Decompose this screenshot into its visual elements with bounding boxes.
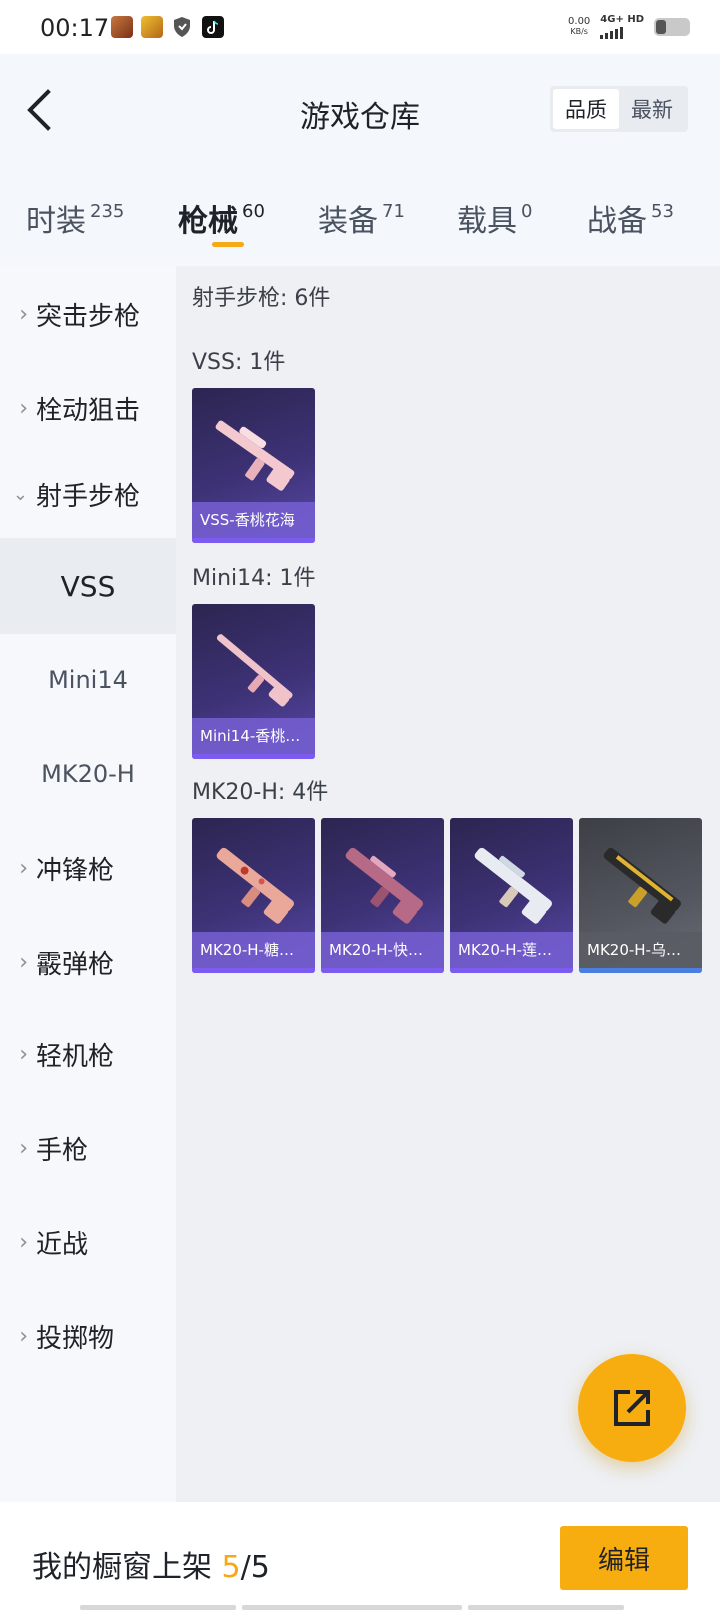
rarity-edge	[192, 754, 315, 759]
app-header: 游戏仓库 品质 最新	[0, 54, 720, 166]
status-time: 00:17	[40, 14, 110, 42]
sidebar-subitem-mini14[interactable]: Mini14	[0, 632, 176, 728]
sidebar-subitem-vss[interactable]: VSS	[0, 538, 176, 634]
tiktok-icon	[202, 16, 224, 38]
showcase-status: 我的橱窗上架 5/5	[32, 1550, 270, 1585]
group-title: MK20-H: 4件	[192, 780, 329, 805]
item-name: MK20-H-乌…	[579, 932, 702, 968]
rifle-skin-image	[215, 420, 295, 491]
sidebar-item-throwable[interactable]: › 投掷物	[0, 1288, 176, 1384]
item-name: VSS-香桃花海	[192, 502, 315, 538]
chevron-right-icon: ›	[19, 949, 28, 975]
weapon-skin-card[interactable]: Mini14-香桃…	[192, 604, 315, 759]
item-name: MK20-H-糖…	[192, 932, 315, 968]
chevron-right-icon: ›	[19, 1135, 28, 1161]
chevron-right-icon: ›	[19, 855, 28, 881]
rarity-edge	[450, 968, 573, 973]
group-title: VSS: 1件	[192, 350, 286, 375]
chevron-right-icon: ›	[19, 1041, 28, 1067]
home-indicator	[242, 1605, 462, 1610]
sort-by-quality[interactable]: 品质	[553, 89, 619, 129]
sidebar-item-marksman-rifle[interactable]: ⌄ 射手步枪	[0, 446, 176, 542]
sidebar-item-smg[interactable]: › 冲锋枪	[0, 820, 176, 916]
weapon-skin-card[interactable]: VSS-香桃花海	[192, 388, 315, 543]
edit-button[interactable]: 编辑	[560, 1526, 688, 1590]
rarity-edge	[192, 968, 315, 973]
network-type: 4G+ HD	[600, 14, 644, 25]
item-name: MK20-H-快…	[321, 932, 444, 968]
weapon-category-sidebar: › 突击步枪 › 栓动狙击 ⌄ 射手步枪 VSS Mini14 MK20-H › 冲锋枪…	[0, 266, 176, 1502]
weapon-skin-card[interactable]: MK20-H-快…	[321, 818, 444, 973]
bottom-bar: 我的橱窗上架 5/5 编辑	[0, 1502, 720, 1612]
weapon-skin-card[interactable]: MK20-H-乌…	[579, 818, 702, 973]
chevron-down-icon: ⌄	[12, 483, 28, 505]
home-indicator	[468, 1605, 624, 1610]
rifle-skin-image	[603, 847, 681, 924]
network-speed: 0.00 KB/s	[568, 16, 591, 37]
chevron-right-icon: ›	[19, 301, 28, 327]
sidebar-item-lmg[interactable]: › 轻机枪	[0, 1006, 176, 1102]
tab-guns[interactable]: 枪械 60	[178, 196, 265, 240]
home-indicator	[80, 1605, 236, 1610]
shield-icon	[172, 16, 192, 38]
weapon-skin-card[interactable]: MK20-H-糖…	[192, 818, 315, 973]
sidebar-item-bolt-sniper[interactable]: › 栓动狙击	[0, 360, 176, 456]
item-name: Mini14-香桃…	[192, 718, 315, 754]
section-title: 射手步枪: 6件	[192, 286, 331, 311]
game-app-icon	[111, 16, 133, 38]
battery-icon	[654, 18, 690, 36]
category-tabs: 时装 235 枪械 60 装备 71 载具 0 战备 53	[0, 166, 720, 266]
sort-by-newest[interactable]: 最新	[619, 89, 685, 129]
status-bar: 00:17 0.00 KB/s 4G+ HD	[0, 0, 720, 54]
tab-fashion[interactable]: 时装 235	[26, 196, 124, 240]
rarity-edge	[579, 968, 702, 973]
sidebar-item-assault-rifle[interactable]: › 突击步枪	[0, 266, 176, 362]
weapon-skin-card[interactable]: MK20-H-莲…	[450, 818, 573, 973]
item-grid-panel: 射手步枪: 6件 VSS: 1件 VSS-香桃花海 Mini14: 1件 Min…	[176, 266, 720, 1502]
item-name: MK20-H-莲…	[450, 932, 573, 968]
rifle-skin-image	[216, 847, 294, 924]
tab-equipment[interactable]: 装备 71	[318, 196, 405, 240]
chevron-right-icon: ›	[19, 1229, 28, 1255]
sort-toggle: 品质 最新	[550, 86, 688, 132]
sidebar-item-melee[interactable]: › 近战	[0, 1194, 176, 1290]
rifle-skin-image	[474, 847, 552, 924]
chevron-right-icon: ›	[19, 395, 28, 421]
share-button[interactable]	[578, 1354, 686, 1462]
tab-supplies[interactable]: 战备 53	[587, 196, 674, 240]
share-external-icon	[614, 1390, 650, 1426]
sidebar-subitem-mk20h[interactable]: MK20-H	[0, 726, 176, 822]
sidebar-item-pistol[interactable]: › 手枪	[0, 1100, 176, 1196]
rarity-edge	[321, 968, 444, 973]
game-app-icon-2	[141, 16, 163, 38]
tab-vehicles[interactable]: 载具 0	[457, 196, 532, 240]
active-tab-indicator	[212, 242, 244, 247]
rarity-edge	[192, 538, 315, 543]
chevron-right-icon: ›	[19, 1323, 28, 1349]
sidebar-item-shotgun[interactable]: › 霰弹枪	[0, 914, 176, 1010]
rifle-skin-image	[345, 847, 423, 924]
rifle-skin-image	[216, 634, 293, 707]
group-title: Mini14: 1件	[192, 566, 316, 591]
signal-icon	[600, 25, 644, 39]
